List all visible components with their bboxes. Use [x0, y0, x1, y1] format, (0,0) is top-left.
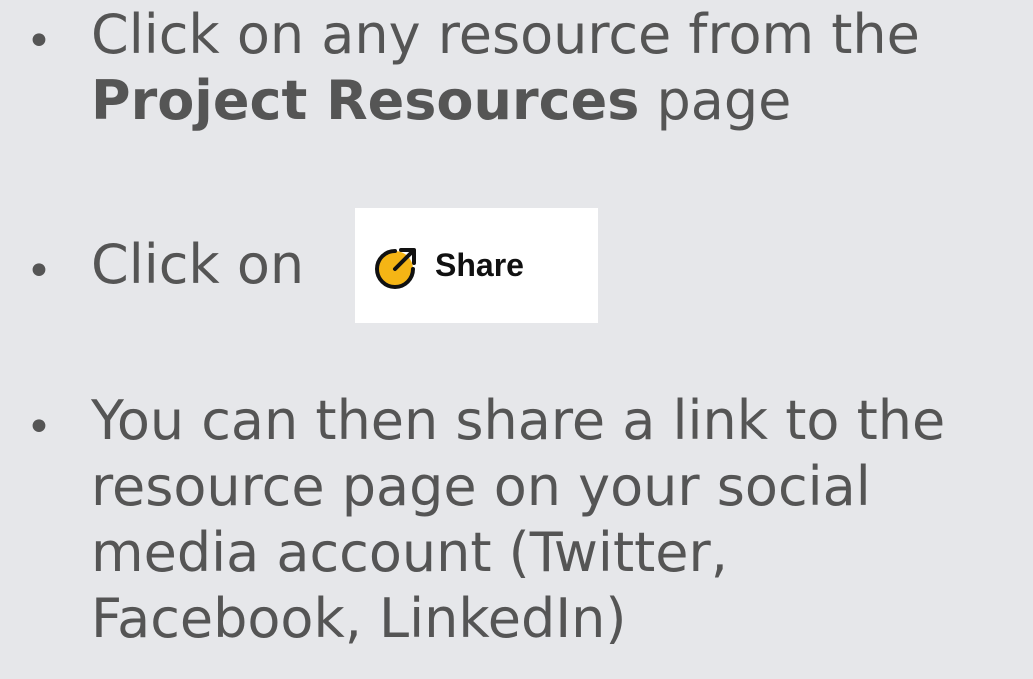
bullet-3-line-2: resource page on your social — [91, 455, 871, 518]
bullet-text-1: Click on any resource from the Project R… — [91, 2, 920, 134]
project-resources-label: Project Resources — [91, 69, 640, 132]
bullet-text-2: Click on — [91, 233, 305, 296]
bullet-dot: • — [26, 16, 52, 67]
bullet-1-tail: page — [639, 69, 792, 132]
bullet-1-line-1: Click on any resource from the — [91, 3, 920, 66]
bullet-text-3: You can then share a link to the resourc… — [91, 388, 945, 652]
bullet-3-line-1: You can then share a link to the — [91, 389, 946, 452]
bullet-3-line-3: media account (Twitter, — [91, 521, 728, 584]
bullet-1-line-2: Project Resources page — [91, 68, 920, 134]
share-label: Share — [435, 247, 524, 283]
share-arrow-icon — [373, 242, 421, 290]
bullet-dot: • — [26, 246, 52, 297]
share-button[interactable]: Share — [355, 208, 598, 323]
bullet-dot: • — [26, 402, 52, 453]
bullet-3-line-4: Facebook, LinkedIn) — [91, 587, 627, 650]
